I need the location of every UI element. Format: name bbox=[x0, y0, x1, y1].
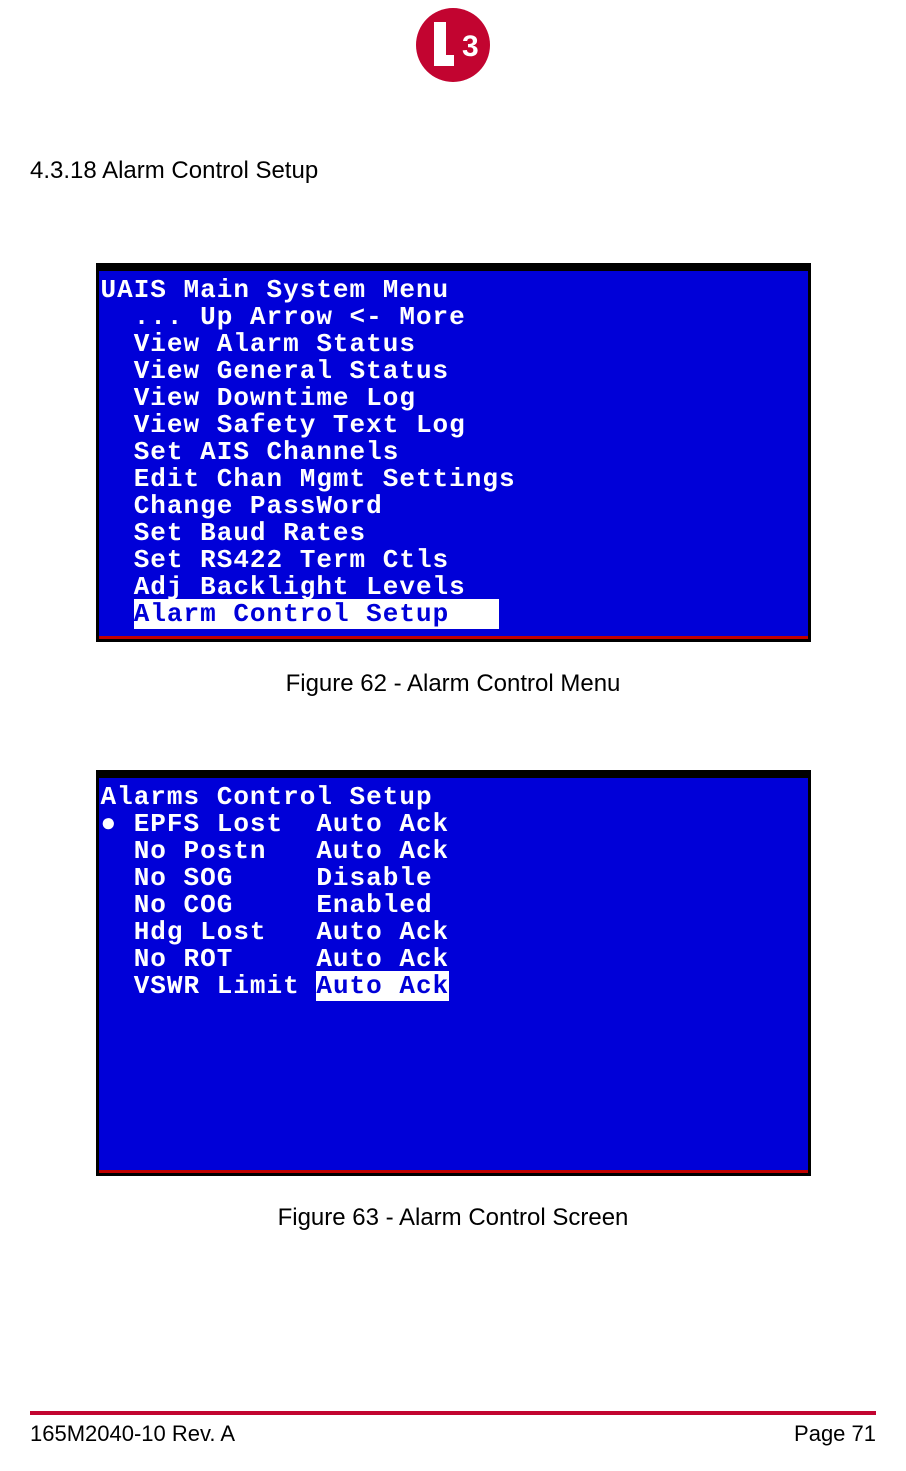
footer-doc-id: 165M2040-10 Rev. A bbox=[30, 1421, 235, 1447]
menu-item[interactable]: Set RS422 Term Ctls bbox=[101, 547, 806, 574]
menu-item-selected[interactable]: Alarm Control Setup bbox=[101, 601, 806, 628]
menu-item[interactable]: Edit Chan Mgmt Settings bbox=[101, 466, 806, 493]
footer-rule bbox=[30, 1411, 876, 1415]
menu-item[interactable]: View Downtime Log bbox=[101, 385, 806, 412]
menu-item[interactable]: View Safety Text Log bbox=[101, 412, 806, 439]
terminal-screenshot-alarm-control: Alarms Control Setup● EPFS Lost Auto Ack… bbox=[96, 770, 811, 1176]
menu-nav-hint: ... Up Arrow <- More bbox=[101, 304, 806, 331]
figure-62-caption: Figure 62 - Alarm Control Menu bbox=[30, 670, 876, 698]
l3-logo-icon: 3 bbox=[416, 8, 490, 82]
logo-number: 3 bbox=[462, 30, 479, 63]
alarm-row[interactable]: ● EPFS Lost Auto Ack bbox=[101, 811, 806, 838]
page-footer: 165M2040-10 Rev. A Page 71 bbox=[30, 1411, 876, 1447]
menu-item[interactable]: Set AIS Channels bbox=[101, 439, 806, 466]
alarm-row[interactable]: No SOG Disable bbox=[101, 865, 806, 892]
alarm-row[interactable]: No Postn Auto Ack bbox=[101, 838, 806, 865]
menu-item[interactable]: Change PassWord bbox=[101, 493, 806, 520]
menu-item[interactable]: View General Status bbox=[101, 358, 806, 385]
alarm-row[interactable]: No ROT Auto Ack bbox=[101, 946, 806, 973]
figure-63-caption: Figure 63 - Alarm Control Screen bbox=[30, 1204, 876, 1232]
terminal-screenshot-menu: UAIS Main System Menu ... Up Arrow <- Mo… bbox=[96, 263, 811, 642]
menu-item[interactable]: Adj Backlight Levels bbox=[101, 574, 806, 601]
menu-item[interactable]: Set Baud Rates bbox=[101, 520, 806, 547]
header-logo-wrap: 3 bbox=[30, 0, 876, 87]
menu-title: UAIS Main System Menu bbox=[101, 277, 806, 304]
footer-page-number: Page 71 bbox=[794, 1421, 876, 1447]
alarm-row[interactable]: No COG Enabled bbox=[101, 892, 806, 919]
alarm-row[interactable]: VSWR Limit Auto Ack bbox=[101, 973, 806, 1000]
alarm-row[interactable]: Hdg Lost Auto Ack bbox=[101, 919, 806, 946]
section-heading: 4.3.18 Alarm Control Setup bbox=[30, 157, 876, 185]
menu-item[interactable]: View Alarm Status bbox=[101, 331, 806, 358]
alarm-screen-title: Alarms Control Setup bbox=[101, 784, 806, 811]
